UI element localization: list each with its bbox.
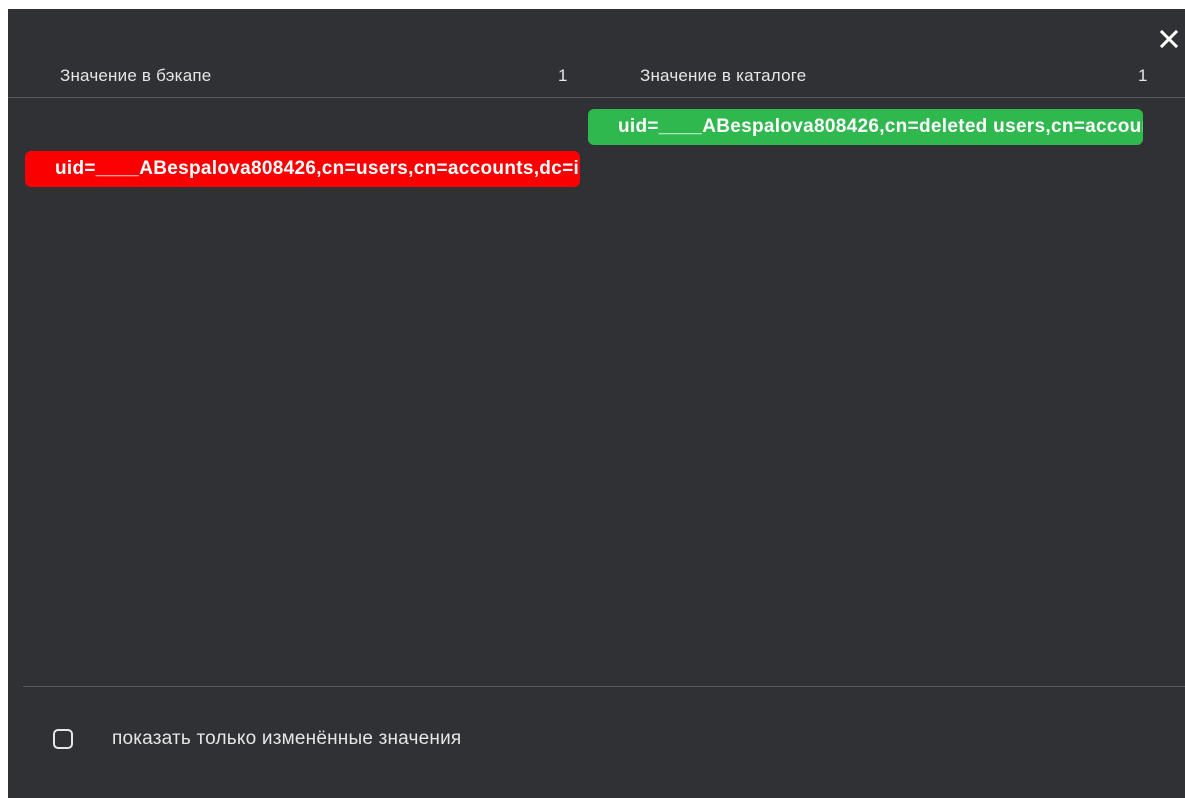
catalog-value-added[interactable]: uid=____ABespalova808426,cn=deleted user…: [588, 109, 1143, 145]
compare-values-dialog: Значение в бэкапе 1 Значение в каталоге …: [8, 9, 1185, 798]
catalog-column-count: 1: [1138, 66, 1148, 85]
footer-divider: [23, 686, 1185, 687]
show-changed-only-checkbox[interactable]: [53, 729, 73, 749]
close-button[interactable]: [1155, 25, 1183, 53]
catalog-column-title: Значение в каталоге: [640, 66, 807, 85]
show-changed-only-label[interactable]: показать только изменённые значения: [112, 728, 461, 750]
backup-column-title: Значение в бэкапе: [60, 66, 212, 85]
backup-value-removed[interactable]: uid=____ABespalova808426,cn=users,cn=acc…: [25, 151, 580, 187]
columns-header: Значение в бэкапе 1 Значение в каталоге …: [8, 61, 1185, 98]
backup-column-count: 1: [558, 66, 568, 85]
close-icon: [1159, 29, 1179, 49]
